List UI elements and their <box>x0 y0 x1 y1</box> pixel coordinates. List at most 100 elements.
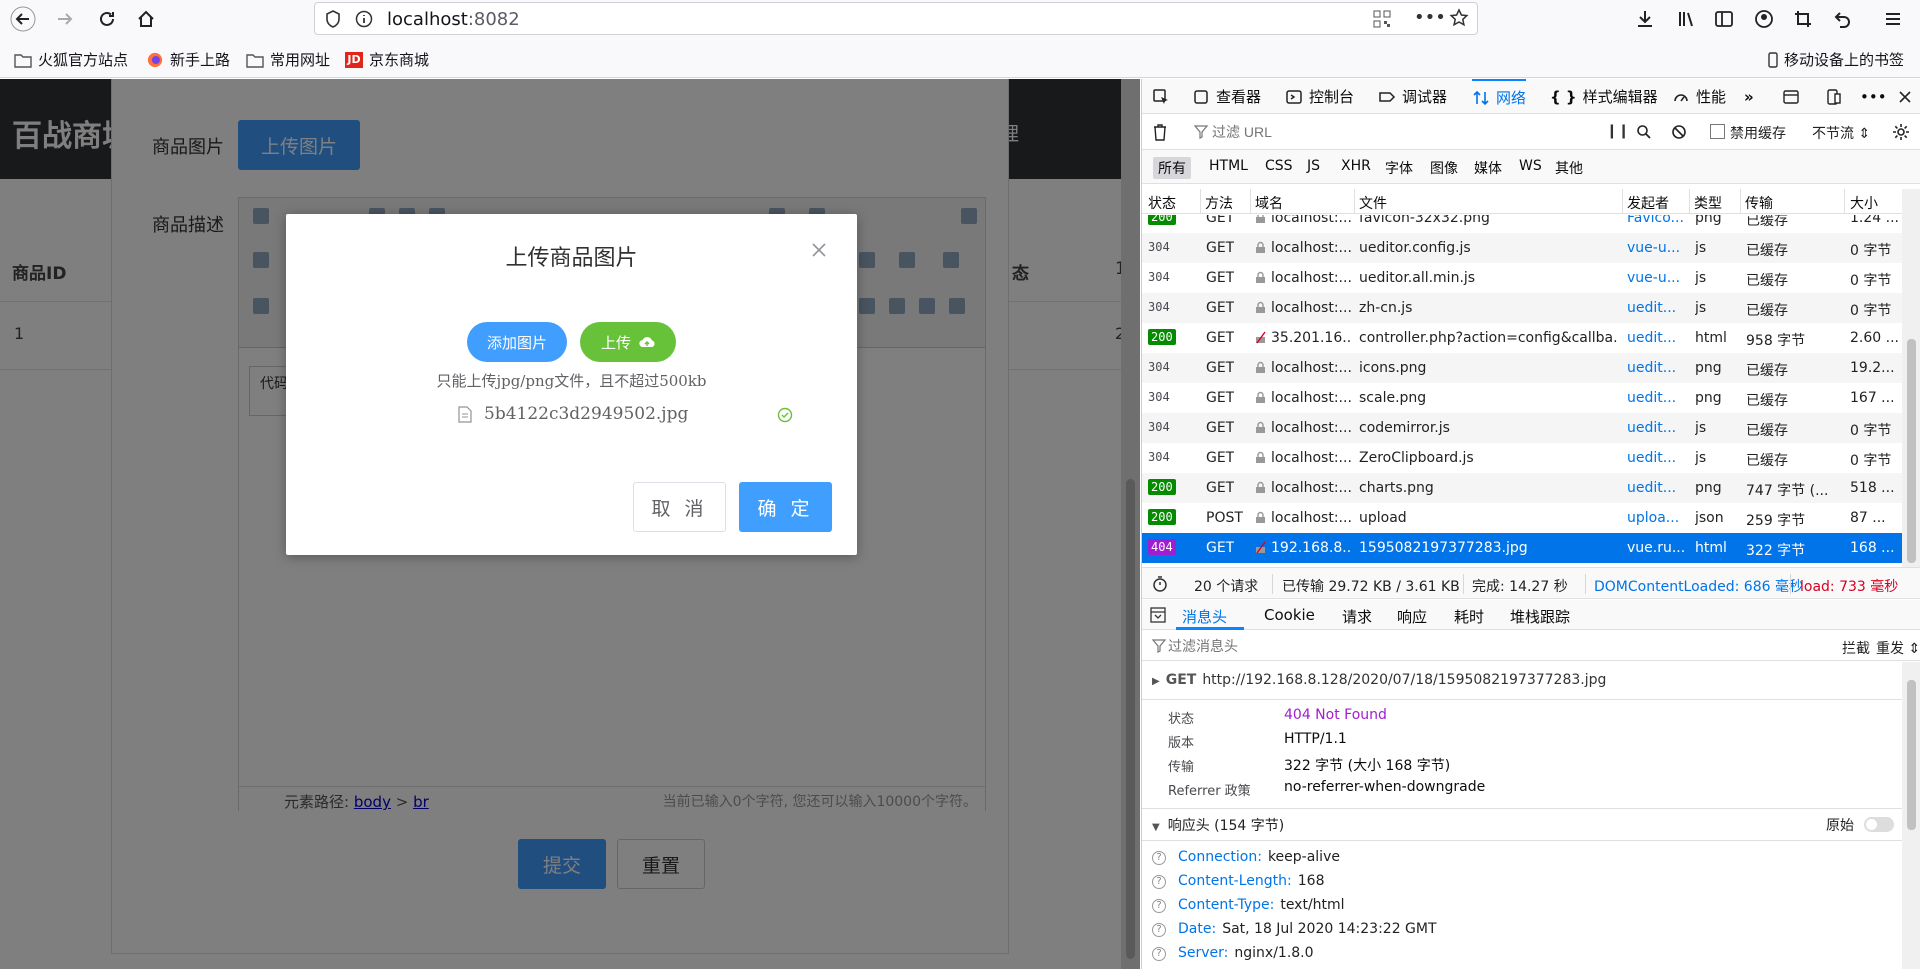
request-list-scrollbar[interactable] <box>1902 189 1920 567</box>
request-row[interactable]: 200 POST localhost:... upload uploa... json 25… <box>1142 503 1902 533</box>
bookmark-getting-started[interactable]: 新手上路 <box>146 49 230 70</box>
forward-icon[interactable] <box>50 5 80 33</box>
tab-debugger[interactable]: 调试器 <box>1378 79 1447 114</box>
detail-tab-timings[interactable]: 耗时 <box>1454 606 1484 627</box>
toggle-sidebar-icon[interactable] <box>1150 607 1166 623</box>
type-filter-css[interactable]: CSS <box>1265 158 1293 174</box>
type-filter-all[interactable]: 所有 <box>1153 157 1191 179</box>
tracking-shield-icon[interactable] <box>325 10 341 28</box>
request-row[interactable]: 404 GET 192.168.8... 1595082197377283.jpg vu… <box>1142 533 1902 563</box>
type-filter-js[interactable]: JS <box>1307 158 1320 174</box>
file-list-item[interactable]: 5b4122c3d2949502.jpg <box>454 402 794 428</box>
request-row[interactable]: 200 GET localhost:... favicon-32x32.png Favi… <box>1142 215 1902 233</box>
confirm-button[interactable]: 确 定 <box>739 482 832 532</box>
response-headers-toggle[interactable]: ▼ 响应头 (154 字节) <box>1152 815 1284 835</box>
bookmark-firefox-site[interactable]: 火狐官方站点 <box>14 49 128 70</box>
split-console-icon[interactable] <box>1782 79 1800 114</box>
page-scrollbar[interactable] <box>1121 79 1140 969</box>
scrollbar-thumb[interactable] <box>1907 680 1916 830</box>
request-initiator[interactable]: uploa... <box>1627 510 1687 526</box>
throttle-select[interactable]: 不节流 ⇕ <box>1812 123 1870 143</box>
type-filter-image[interactable]: 图像 <box>1430 158 1458 178</box>
tab-performance[interactable]: 性能 <box>1672 79 1726 114</box>
request-line[interactable]: ▶ GET http://192.168.8.128/2020/07/18/1595… <box>1152 672 1606 688</box>
trash-icon[interactable] <box>1152 123 1168 141</box>
type-filter-ws[interactable]: WS <box>1519 158 1542 174</box>
col-status[interactable]: 状态 <box>1148 193 1176 213</box>
request-row[interactable]: 304 GET localhost:... zh-cn.js uedit... js 已缓存… <box>1142 293 1902 323</box>
request-initiator[interactable]: uedit... <box>1627 300 1687 316</box>
type-filter-media[interactable]: 媒体 <box>1474 158 1502 178</box>
detail-tab-request[interactable]: 请求 <box>1342 606 1372 627</box>
response-header-row[interactable]: ? Connection: keep-alive <box>1152 849 1340 871</box>
url-bar[interactable]: localhost:8082 ••• <box>314 2 1478 35</box>
menu-icon[interactable] <box>1878 5 1908 33</box>
request-initiator[interactable]: uedit... <box>1627 450 1687 466</box>
tab-style-editor[interactable]: { } 样式编辑器 <box>1550 79 1658 114</box>
response-header-row[interactable]: ? Date: Sat, 18 Jul 2020 14:23:22 GMT <box>1152 921 1437 943</box>
block-button[interactable]: 拦截 <box>1842 638 1870 658</box>
scrollbar-thumb[interactable] <box>1126 479 1135 959</box>
scrollbar-thumb[interactable] <box>1907 339 1916 563</box>
request-row[interactable]: 304 GET localhost:... ueditor.all.min.js vue… <box>1142 263 1902 293</box>
gear-icon[interactable] <box>1892 123 1910 141</box>
detail-tab-stack[interactable]: 堆栈跟踪 <box>1510 606 1570 627</box>
back-icon[interactable] <box>8 5 38 33</box>
detail-tab-response[interactable]: 响应 <box>1397 606 1427 627</box>
request-row[interactable]: 304 GET localhost:... scale.png uedit... png 已… <box>1142 383 1902 413</box>
col-file[interactable]: 文件 <box>1359 193 1387 213</box>
help-icon[interactable]: ? <box>1152 851 1166 865</box>
request-initiator[interactable]: uedit... <box>1627 390 1687 406</box>
sidebar-icon[interactable] <box>1709 5 1739 33</box>
more-tabs-icon[interactable]: » <box>1744 79 1754 114</box>
raw-toggle[interactable] <box>1864 817 1894 832</box>
page-actions-icon[interactable]: ••• <box>1414 7 1446 28</box>
bookmark-common-sites[interactable]: 常用网址 <box>246 49 330 70</box>
devtools-close-icon[interactable] <box>1896 79 1914 114</box>
resend-button[interactable]: 重发 ⇕ <box>1876 638 1920 658</box>
response-header-row[interactable]: ? Server: nginx/1.8.0 <box>1152 945 1314 967</box>
bookmark-jd[interactable]: JD 京东商城 <box>345 49 429 70</box>
request-row[interactable]: 304 GET localhost:... ZeroClipboard.js uedit… <box>1142 443 1902 473</box>
col-size[interactable]: 大小 <box>1850 193 1878 213</box>
screenshot-icon[interactable] <box>1788 5 1818 33</box>
col-domain[interactable]: 域名 <box>1255 193 1283 213</box>
responsive-design-icon[interactable] <box>1825 79 1843 114</box>
home-icon[interactable] <box>131 5 161 33</box>
help-icon[interactable]: ? <box>1152 947 1166 961</box>
devtools-menu-icon[interactable]: ••• <box>1860 79 1887 114</box>
response-header-row[interactable]: ? Content-Type: text/html <box>1152 897 1345 919</box>
request-row[interactable]: 304 GET localhost:... icons.png uedit... png 已… <box>1142 353 1902 383</box>
help-icon[interactable]: ? <box>1152 875 1166 889</box>
undo-icon[interactable] <box>1827 5 1857 33</box>
detail-tab-headers[interactable]: 消息头 <box>1182 606 1227 627</box>
request-initiator[interactable]: uedit... <box>1627 420 1687 436</box>
request-initiator[interactable]: uedit... <box>1627 360 1687 376</box>
url-text[interactable]: localhost:8082 <box>387 9 520 30</box>
col-initiator[interactable]: 发起者 <box>1627 193 1669 213</box>
tab-network[interactable]: 网络 <box>1472 79 1527 114</box>
request-initiator[interactable]: vue.ru... <box>1627 540 1687 556</box>
help-icon[interactable]: ? <box>1152 899 1166 913</box>
type-filter-other[interactable]: 其他 <box>1555 158 1583 178</box>
pause-icon[interactable]: ❙❙ <box>1606 123 1629 139</box>
request-initiator[interactable]: uedit... <box>1627 480 1687 496</box>
request-row[interactable]: 200 GET 35.201.16... controller.php?action=… <box>1142 323 1902 353</box>
disable-cache-checkbox[interactable] <box>1710 124 1725 139</box>
col-method[interactable]: 方法 <box>1205 193 1233 213</box>
qr-code-icon[interactable] <box>1372 9 1392 29</box>
response-header-row[interactable]: ? Content-Length: 168 <box>1152 873 1324 895</box>
bookmark-star-icon[interactable] <box>1449 8 1469 28</box>
col-transfer[interactable]: 传输 <box>1745 193 1773 213</box>
request-initiator[interactable]: vue-u... <box>1627 240 1687 256</box>
bookmark-mobile[interactable]: 移动设备上的书签 <box>1768 49 1904 70</box>
reload-icon[interactable] <box>92 5 122 33</box>
close-icon[interactable] <box>809 240 829 260</box>
request-row[interactable]: 304 GET localhost:... ueditor.config.js vue-… <box>1142 233 1902 263</box>
request-row[interactable]: 304 GET localhost:... codemirror.js uedit...… <box>1142 413 1902 443</box>
search-icon[interactable] <box>1636 124 1652 140</box>
request-initiator[interactable]: Favico... <box>1627 215 1687 226</box>
type-filter-html[interactable]: HTML <box>1209 158 1248 174</box>
help-icon[interactable]: ? <box>1152 923 1166 937</box>
request-initiator[interactable]: uedit... <box>1627 330 1687 346</box>
